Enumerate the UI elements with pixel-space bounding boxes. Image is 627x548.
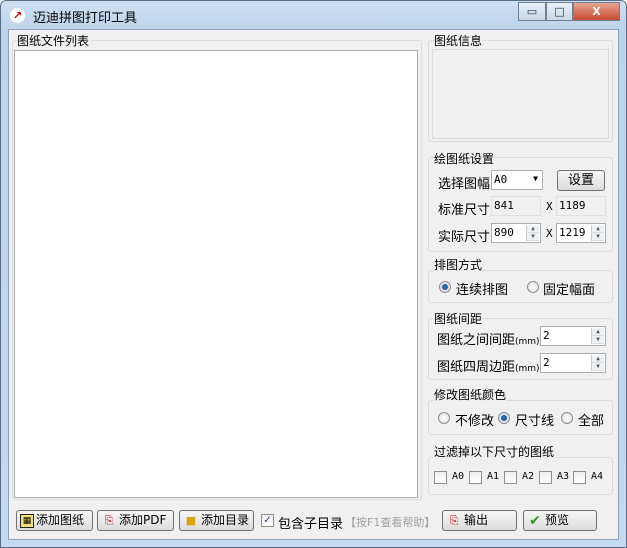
- actual-size-label: 实际尺寸: [438, 230, 491, 245]
- preview-label: 预览: [545, 513, 570, 527]
- between-label: 图纸之间间距(mm): [437, 329, 540, 348]
- filter-a4-label: A4: [591, 471, 604, 482]
- radio-continuous[interactable]: [439, 281, 451, 293]
- radio-all-label[interactable]: 全部: [578, 410, 604, 429]
- filter-a0-checkbox[interactable]: [434, 471, 447, 484]
- margin-spinner[interactable]: 2 ▲ ▼: [540, 353, 606, 373]
- std-height-field: 1189: [556, 196, 606, 216]
- filter-a3-label: A3: [557, 471, 570, 482]
- radio-continuous-label[interactable]: 连续排图: [456, 279, 508, 298]
- preview-button[interactable]: ✔ 预览: [523, 510, 597, 531]
- margin-label: 图纸四周边距(mm): [437, 356, 540, 375]
- margin-value: 2: [543, 356, 550, 369]
- radio-fixed-label[interactable]: 固定幅面: [543, 279, 595, 298]
- add-folder-button[interactable]: ■ 添加目录: [179, 510, 254, 531]
- filter-a0-label: A0: [452, 471, 465, 482]
- filter-a1-label: A1: [487, 471, 500, 482]
- add-pdf-button[interactable]: ⎘ 添加PDF: [97, 510, 174, 531]
- paper-size-select[interactable]: A0 ▼: [491, 170, 543, 190]
- app-logo-icon: ↗: [10, 8, 25, 23]
- add-drawing-label: 添加图纸: [36, 513, 85, 527]
- actual-height-spinner[interactable]: 1219 ▲ ▼: [556, 223, 606, 243]
- folder-icon: ■: [185, 513, 197, 527]
- between-spinner[interactable]: 2 ▲ ▼: [540, 326, 606, 346]
- x-separator: X: [546, 227, 553, 240]
- info-label: 图纸信息: [434, 32, 483, 49]
- minimize-button[interactable]: ▭: [518, 2, 546, 21]
- draw-settings-label: 绘图纸设置: [434, 150, 495, 167]
- radio-fixed[interactable]: [527, 281, 539, 293]
- std-size-label: 标准尺寸: [438, 203, 491, 218]
- spin-arrows-icon[interactable]: ▲ ▼: [591, 355, 604, 371]
- layout-label: 排图方式: [434, 256, 483, 273]
- between-value: 2: [543, 329, 550, 342]
- drawing-icon: ▦: [20, 513, 34, 528]
- std-width-field: 841: [491, 196, 541, 216]
- spacing-label: 图纸间距: [434, 310, 483, 327]
- margin-label-text: 图纸四周边距: [437, 360, 516, 375]
- radio-dim-line-label[interactable]: 尺寸线: [515, 410, 554, 429]
- filter-a4-checkbox[interactable]: [573, 471, 586, 484]
- filter-a1-checkbox[interactable]: [469, 471, 482, 484]
- checkmark-icon: ✔: [529, 512, 541, 529]
- filter-a2-checkbox[interactable]: [504, 471, 517, 484]
- filter-a3-checkbox[interactable]: [539, 471, 552, 484]
- x-separator: X: [546, 200, 553, 213]
- add-folder-label: 添加目录: [201, 513, 250, 527]
- color-label: 修改图纸颜色: [434, 386, 507, 403]
- unit-text: (mm): [515, 364, 540, 374]
- file-list[interactable]: [14, 50, 418, 498]
- set-button[interactable]: 设置: [557, 170, 605, 191]
- spin-arrows-icon[interactable]: ▲ ▼: [591, 225, 604, 241]
- close-button[interactable]: X: [573, 2, 620, 21]
- chevron-down-icon: ▼: [533, 174, 538, 183]
- pdf-icon: ⎘: [449, 513, 459, 527]
- actual-width-spinner[interactable]: 890 ▲ ▼: [491, 223, 541, 243]
- maximize-button[interactable]: □: [546, 2, 573, 21]
- radio-all[interactable]: [561, 412, 573, 424]
- help-hint: 【按F1查看帮助】: [345, 516, 436, 529]
- include-subdir-label[interactable]: 包含子目录: [278, 513, 343, 532]
- output-label: 输出: [464, 513, 489, 527]
- output-button[interactable]: ⎘ 输出: [442, 510, 517, 531]
- radio-no-change[interactable]: [438, 412, 450, 424]
- size-label: 选择图幅: [438, 177, 491, 192]
- include-subdir-checkbox[interactable]: ✓: [261, 514, 274, 527]
- file-list-label: 图纸文件列表: [17, 32, 92, 49]
- filter-label: 过滤掉以下尺寸的图纸: [434, 443, 555, 460]
- window-title: 迈迪拼图打印工具: [33, 11, 138, 26]
- radio-dim-line[interactable]: [498, 412, 510, 424]
- unit-text: (mm): [515, 337, 540, 347]
- radio-no-change-label[interactable]: 不修改: [455, 410, 494, 429]
- actual-width-value: 890: [494, 226, 514, 239]
- add-drawing-button[interactable]: ▦ 添加图纸: [16, 510, 93, 531]
- add-pdf-label: 添加PDF: [119, 513, 167, 527]
- between-label-text: 图纸之间间距: [437, 333, 516, 348]
- actual-height-value: 1219: [559, 226, 586, 239]
- filter-a2-label: A2: [522, 471, 535, 482]
- spin-arrows-icon[interactable]: ▲ ▼: [526, 225, 539, 241]
- spin-arrows-icon[interactable]: ▲ ▼: [591, 328, 604, 344]
- pdf-icon: ⎘: [104, 513, 114, 527]
- paper-size-value: A0: [494, 173, 508, 186]
- info-panel: [432, 49, 609, 139]
